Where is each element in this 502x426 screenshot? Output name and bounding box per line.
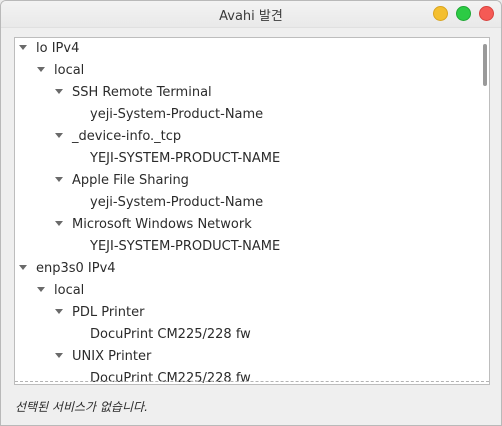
service-tree[interactable]: lo IPv4 local SSH Remote Terminal yeji-Syst… (14, 37, 490, 385)
tree-row[interactable]: DocuPrint CM225/228 fw (15, 368, 475, 385)
tree-row[interactable]: local (15, 280, 475, 302)
tree-row[interactable]: yeji-System-Product-Name (15, 192, 475, 214)
scrollbar-thumb[interactable] (483, 44, 487, 86)
tree-row-label: local (54, 283, 85, 298)
tree-row-label: YEJI-SYSTEM-PRODUCT-NAME (90, 151, 281, 166)
tree-row-label: yeji-System-Product-Name (90, 107, 264, 122)
tree-row[interactable]: YEJI-SYSTEM-PRODUCT-NAME (15, 236, 475, 258)
tree-row-label: YEJI-SYSTEM-PRODUCT-NAME (90, 239, 281, 254)
tree-row[interactable]: DocuPrint CM225/228 fw (15, 324, 475, 346)
triangle-down-icon[interactable] (55, 353, 63, 358)
avahi-discovery-window: Avahi 발견 lo IPv4 local SSH Remote Terminal… (0, 0, 502, 426)
tree-row[interactable]: SSH Remote Terminal (15, 82, 475, 104)
tree-row-label: yeji-System-Product-Name (90, 195, 264, 210)
triangle-down-icon[interactable] (55, 89, 63, 94)
window-title: Avahi 발견 (219, 9, 283, 24)
triangle-down-icon[interactable] (37, 287, 45, 292)
tree-row-label: Microsoft Windows Network (72, 217, 252, 232)
tree-row-label: enp3s0 IPv4 (36, 261, 116, 276)
close-icon[interactable] (479, 6, 494, 21)
status-text: 선택된 서비스가 없습니다. (15, 400, 148, 414)
vertical-scrollbar[interactable] (482, 40, 488, 380)
tree-row-label: DocuPrint CM225/228 fw (90, 371, 251, 385)
tree-row[interactable]: Apple File Sharing (15, 170, 475, 192)
tree-row-label: UNIX Printer (72, 349, 152, 364)
triangle-down-icon[interactable] (37, 67, 45, 72)
tree-row-label: SSH Remote Terminal (72, 85, 212, 100)
tree-row-label: Apple File Sharing (72, 173, 189, 188)
tree-row[interactable]: UNIX Printer (15, 346, 475, 368)
tree-row[interactable]: local (15, 60, 475, 82)
tree-row[interactable]: PDL Printer (15, 302, 475, 324)
triangle-down-icon[interactable] (19, 265, 27, 270)
tree-row[interactable]: _device-info._tcp (15, 126, 475, 148)
triangle-down-icon[interactable] (55, 177, 63, 182)
title-bar[interactable]: Avahi 발견 (1, 1, 501, 28)
tree-row-label: DocuPrint CM225/228 fw (90, 327, 251, 342)
tree-row-label: local (54, 63, 85, 78)
tree-row[interactable]: enp3s0 IPv4 (15, 258, 475, 280)
tree-row-label: lo IPv4 (36, 41, 80, 56)
minimize-icon[interactable] (433, 6, 448, 21)
triangle-down-icon[interactable] (55, 133, 63, 138)
tree-row[interactable]: lo IPv4 (15, 38, 475, 60)
tree-row[interactable]: Microsoft Windows Network (15, 214, 475, 236)
tree-row-label: _device-info._tcp (72, 129, 182, 144)
triangle-down-icon[interactable] (55, 221, 63, 226)
maximize-icon[interactable] (456, 6, 471, 21)
tree-row[interactable]: yeji-System-Product-Name (15, 104, 475, 126)
tree-row-label: PDL Printer (72, 305, 145, 320)
tree-row[interactable]: YEJI-SYSTEM-PRODUCT-NAME (15, 148, 475, 170)
triangle-down-icon[interactable] (55, 309, 63, 314)
triangle-down-icon[interactable] (19, 45, 27, 50)
